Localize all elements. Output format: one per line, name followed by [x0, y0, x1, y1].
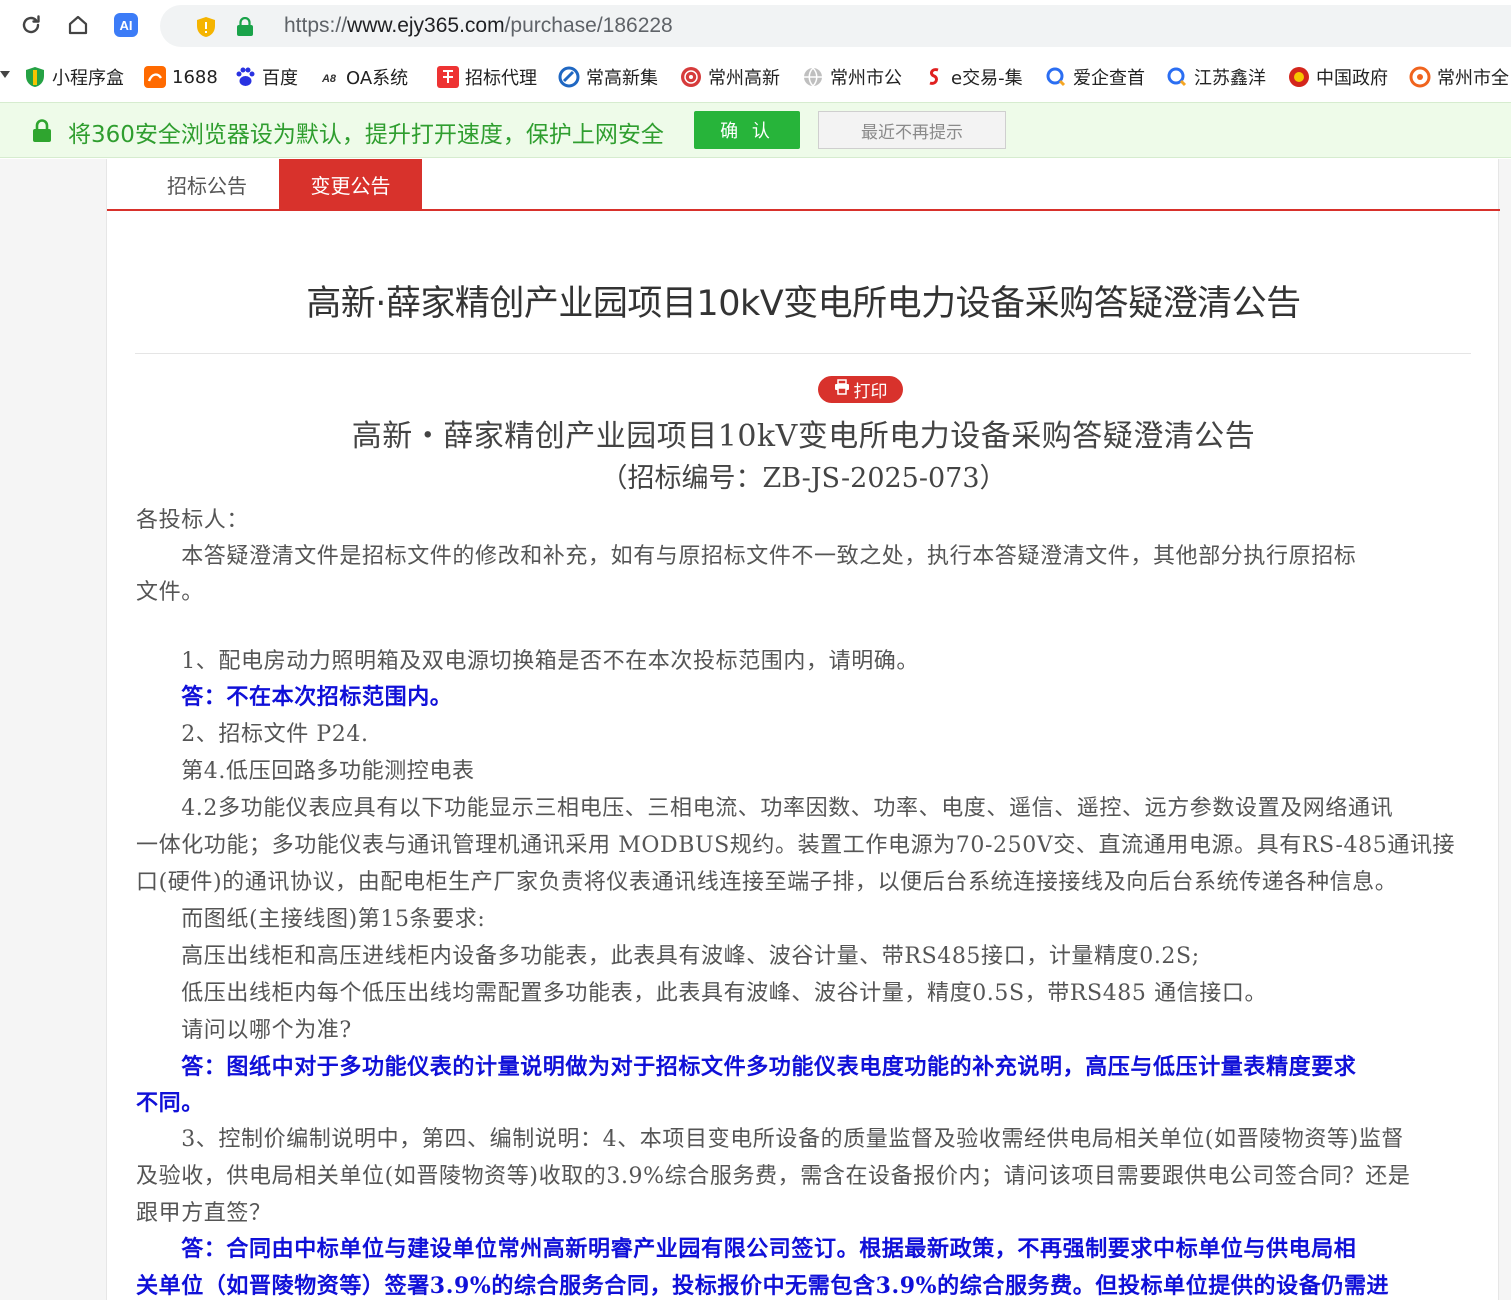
- answer-line: 不同。: [136, 1090, 204, 1116]
- globe-icon: [802, 66, 824, 88]
- bookmark-4[interactable]: 招标代理: [437, 63, 541, 91]
- bookmark-label: 常州市公: [830, 68, 902, 89]
- bookmark-12[interactable]: 常州市全: [1409, 63, 1511, 91]
- bookmark-11[interactable]: 中国政府: [1288, 63, 1392, 91]
- tender-logo-icon: [437, 66, 459, 88]
- bookmark-1[interactable]: 1688: [144, 63, 224, 91]
- print-label: 打印: [853, 382, 888, 402]
- text-line: 3、控制价编制说明中，第四、编制说明：4、本项目变电所设备的质量监督及验收需经供…: [136, 1127, 1404, 1152]
- security-shield-icon[interactable]: [196, 16, 216, 42]
- bookmark-label: 常州高新: [708, 68, 780, 89]
- bookmark-3[interactable]: A8 OA系统: [318, 63, 414, 91]
- seal-icon: [680, 66, 702, 88]
- text-line: 及验收，供电局相关单位(如晋陵物资等)收取的3.9%综合服务费，需含在设备报价内…: [136, 1164, 1411, 1189]
- bookmarks-dropdown-icon[interactable]: [0, 71, 10, 78]
- document-title: 高新・薛家精创产业园项目10kV变电所电力设备采购答疑澄清公告: [351, 419, 1256, 454]
- home-icon[interactable]: [63, 10, 93, 40]
- 1688-logo-icon: [144, 66, 166, 88]
- bookmark-6[interactable]: 常州高新: [680, 63, 784, 91]
- lock-icon[interactable]: [236, 16, 254, 41]
- answer-line: 答：不在本次招标范围内。: [136, 684, 453, 710]
- text-line: 跟甲方直签？: [136, 1201, 272, 1226]
- tab-change-announcement[interactable]: 变更公告: [279, 159, 422, 209]
- tender-number: （招标编号：ZB-JS-2025-073）: [600, 463, 1007, 494]
- bookmark-7[interactable]: 常州市公: [802, 63, 906, 91]
- text-line: 1、配电房动力照明箱及双电源切换箱是否不在本次投标范围内，请明确。: [136, 649, 919, 674]
- bookmark-label: 中国政府: [1316, 68, 1388, 89]
- announcement-panel: 招标公告 变更公告 高新·薛家精创产业园项目10kV变电所电力设备采购答疑澄清公…: [106, 159, 1500, 1300]
- text-line: 请问以哪个为准?: [136, 1018, 352, 1043]
- shield-leaf-icon: [24, 66, 46, 88]
- bookmark-label: 常高新集: [586, 68, 658, 89]
- text-line: 各投标人：: [136, 508, 250, 533]
- text-line: 2、招标文件 P24.: [136, 722, 369, 747]
- bookmark-5[interactable]: 常高新集: [558, 63, 662, 91]
- text-line: 而图纸(主接线图)第15条要求:: [136, 907, 486, 932]
- bookmark-label: 常州市全: [1437, 68, 1509, 89]
- bookmark-label: OA系统: [346, 68, 409, 89]
- svg-text:A8: A8: [321, 73, 337, 85]
- tab-tender-announcement[interactable]: 招标公告: [137, 159, 277, 209]
- company-logo-icon: [558, 66, 580, 88]
- text-line: 一体化功能；多功能仪表与通讯管理机通讯采用 MODBUS规约。装置工作电源为70…: [136, 833, 1456, 858]
- text-line: 低压出线柜内每个低压出线均需配置多功能表，此表具有波峰、波谷计量，精度0.5S，…: [136, 981, 1268, 1006]
- search-logo-icon: [1166, 66, 1188, 88]
- reload-icon[interactable]: [16, 10, 46, 40]
- infobar-message: 将360安全浏览器设为默认，提升打开速度，保护上网安全: [68, 122, 664, 148]
- answer-line: 答：合同由中标单位与建设单位常州高新明睿产业园有限公司签订。根据最新政策，不再强…: [136, 1236, 1357, 1262]
- search-logo-icon: [1045, 66, 1067, 88]
- bookmark-10[interactable]: 江苏鑫洋: [1166, 63, 1270, 91]
- baidu-paw-icon: [234, 66, 256, 88]
- page-title: 高新·薛家精创产业园项目10kV变电所电力设备采购答疑澄清公告: [306, 284, 1301, 324]
- bookmark-0[interactable]: 小程序盒: [24, 63, 128, 91]
- text-line: 口(硬件)的通讯协议，由配电柜生产厂家负责将仪表通讯线连接至端子排，以便后台系统…: [136, 870, 1398, 895]
- text-line: 4.2多功能仪表应具有以下功能显示三相电压、三相电流、功率因数、功率、电度、遥信…: [136, 796, 1394, 821]
- address-bar[interactable]: https://www.ejy365.com/purchase/186228: [160, 5, 1511, 47]
- dont-remind-button[interactable]: 最近不再提示: [818, 111, 1006, 149]
- svg-text:AI: AI: [120, 18, 133, 33]
- bookmark-label: 1688: [172, 66, 218, 88]
- divider: [135, 353, 1471, 354]
- bookmark-label: 爱企查首: [1073, 68, 1145, 89]
- e-trade-logo-icon: [923, 66, 945, 88]
- lock-icon: [32, 119, 52, 147]
- bookmark-2[interactable]: 百度: [234, 63, 304, 91]
- emblem-icon: [1288, 66, 1310, 88]
- default-browser-infobar: 将360安全浏览器设为默认，提升打开速度，保护上网安全 确 认 最近不再提示: [0, 102, 1511, 158]
- text-line: 文件。: [136, 580, 204, 605]
- oa-logo-icon: A8: [318, 66, 340, 88]
- bookmark-label: 招标代理: [465, 68, 537, 89]
- announcement-tabs: 招标公告 变更公告: [107, 159, 1500, 211]
- browser-toolbar: AI https://www.ejy365.com/purchase/18622…: [0, 0, 1511, 52]
- bookmark-label: e交易-集: [951, 68, 1023, 89]
- answer-line: 关单位（如晋陵物资等）签署3.9%的综合服务合同，投标报价中无需包含3.9%的综…: [136, 1273, 1390, 1299]
- printer-icon: [834, 379, 850, 400]
- bookmark-9[interactable]: 爱企查首: [1045, 63, 1149, 91]
- circle-logo-icon: [1409, 66, 1431, 88]
- text-line: 高压出线柜和高压进线柜内设备多功能表，此表具有波峰、波谷计量、带RS485接口，…: [136, 944, 1200, 969]
- bookmark-label: 小程序盒: [52, 68, 124, 89]
- bookmark-label: 江苏鑫洋: [1194, 68, 1266, 89]
- confirm-button[interactable]: 确 认: [694, 111, 800, 149]
- bookmark-label: 百度: [262, 68, 298, 89]
- text-line: 第4.低压回路多功能测控电表: [136, 759, 475, 784]
- print-button[interactable]: 打印: [818, 376, 903, 403]
- answer-line: 答：图纸中对于多功能仪表的计量说明做为对于招标文件多功能仪表电度功能的补充说明，…: [136, 1054, 1357, 1080]
- url-text[interactable]: https://www.ejy365.com/purchase/186228: [284, 14, 673, 38]
- bookmarks-bar: 小程序盒 1688 百度 A8 OA系统 招标代理 常高新集 常州高新 常州市公…: [0, 57, 1511, 97]
- ai-assistant-icon[interactable]: AI: [111, 10, 141, 40]
- text-line: 本答疑澄清文件是招标文件的修改和补充，如有与原招标文件不一致之处，执行本答疑澄清…: [136, 544, 1357, 569]
- bookmark-8[interactable]: e交易-集: [923, 63, 1027, 91]
